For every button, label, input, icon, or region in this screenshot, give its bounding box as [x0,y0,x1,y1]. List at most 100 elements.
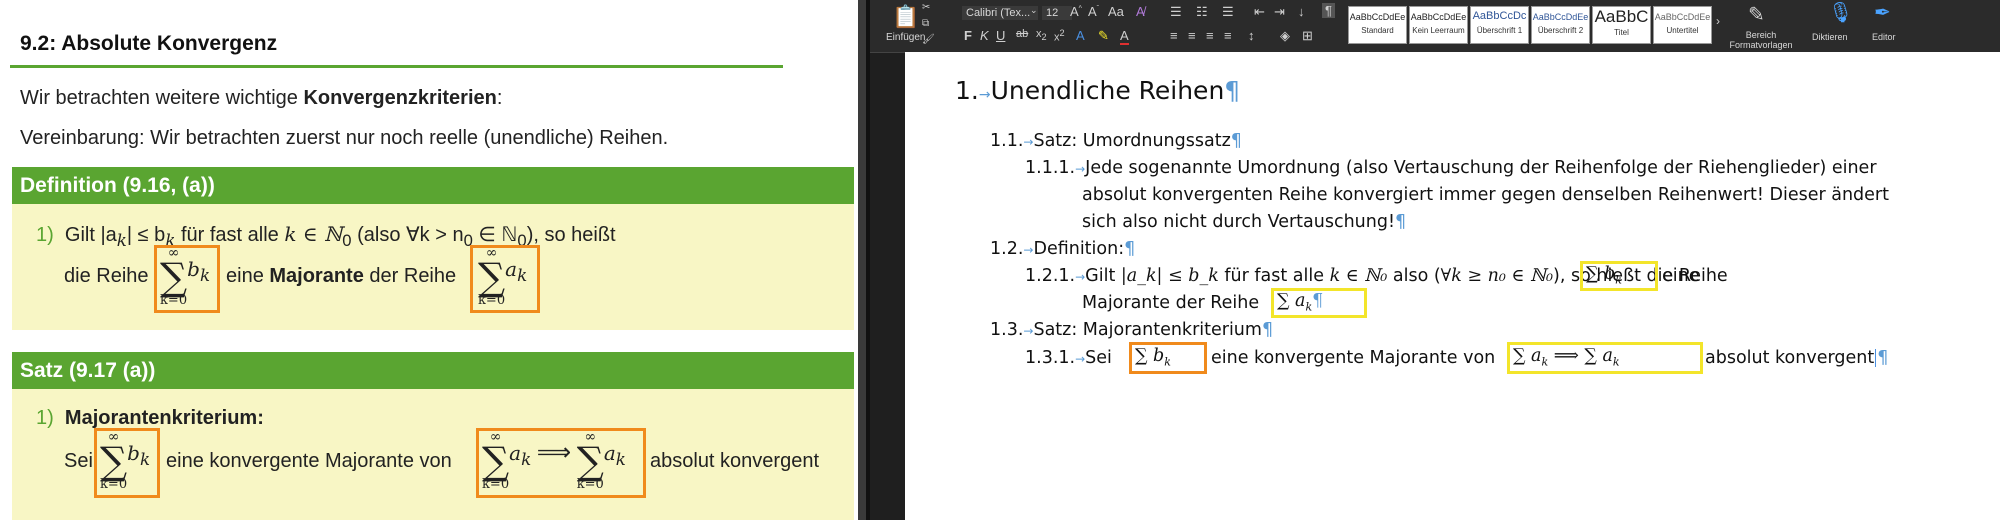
font-size-select[interactable]: 12 [1042,6,1072,20]
para-text-line: Jede sogenannte Umordnung (also Vertausc… [1085,158,1877,178]
def-text-b: | ≤ b [126,224,166,246]
subscript-icon[interactable]: x2 [1036,28,1047,42]
satz-sei: Sei [64,450,93,472]
style-standard[interactable]: AaBbCcDdEe Standard [1348,6,1407,44]
para-1-2-1-end[interactable]: eine [1662,266,1700,286]
styles-pane-icon[interactable]: ✎ [1748,2,1765,27]
pilcrow: ¶ [1395,212,1407,232]
para-1-3-1-end[interactable]: absolut konvergent ¶ [1705,348,1888,368]
implies-arrow: ⟹ [536,439,572,467]
align-right-icon[interactable]: ≡ [1206,28,1214,43]
multilevel-icon[interactable]: ☰ [1222,4,1234,20]
superscript-icon[interactable]: x2 [1054,28,1065,44]
bullets-icon[interactable]: ☰ [1170,4,1182,20]
pilcrow: ¶ [1230,131,1242,151]
bold-icon[interactable]: F [964,28,972,43]
cut-icon[interactable]: ✂ [922,2,930,13]
para-1-2-1-line2[interactable]: Majorante der Reihe [1082,293,1259,313]
dictate-label[interactable]: Diktieren [1812,32,1848,42]
satz-sum-bk: ∞ ∑ k=0 bk [100,430,150,492]
para-text: absolut konvergent [1705,348,1875,368]
sum-bottom: k=0 [482,477,510,492]
sort-icon[interactable]: ↓ [1298,4,1305,19]
paste-label[interactable]: Einfügen [886,32,925,43]
inline-sum-bk: ∑ bk [1135,346,1171,369]
heading-number: 1.3. [990,320,1024,340]
window-divider[interactable] [858,0,866,520]
style-name: Standard [1361,26,1394,35]
paste-icon[interactable]: 📋 [892,4,919,30]
numbering-icon[interactable]: ☷ [1196,4,1208,20]
shrink-font-icon[interactable]: Aˇ [1088,4,1099,19]
chevron-right-icon[interactable]: › [1716,14,1720,28]
shading-icon[interactable]: ◈ [1280,28,1290,44]
def-text-a: Gilt |a [64,224,117,246]
editor-icon[interactable]: ✒ [1874,0,1891,25]
font-name-select[interactable]: Calibri (Tex... [962,6,1038,20]
sum-sub: k [139,450,151,470]
heading-1-3[interactable]: 1.3.→Satz: Majorantenkriterium¶ [990,320,1273,340]
para-number: 1.2.1. [1025,266,1076,286]
change-case-icon[interactable]: Aa [1108,4,1124,19]
sum-sub: k [1615,273,1622,287]
sum-bottom: k=0 [478,293,506,308]
title-underline [10,65,783,68]
sum-sigma: ∑ [482,439,510,483]
strikethrough-icon[interactable]: ab [1016,28,1028,40]
align-center-icon[interactable]: ≡ [1188,28,1196,43]
sum-sigma: ∑ [478,255,506,299]
para-1-3-1-mid[interactable]: eine konvergente Majorante von [1211,348,1495,368]
style-no-spacing[interactable]: AaBbCcDdEe Kein Leerraum [1409,6,1468,44]
tab-marker: → [1023,243,1034,257]
ribbon-toolbar: 📋 ✂ ⧉ 🖌 Einfügen Calibri (Tex... ⌄ 12 A^… [870,0,2000,53]
para-1-1-1-line3[interactable]: sich also nicht durch Vertauschung!¶ [1082,212,1406,232]
document-page[interactable]: 1.→Unendliche Reihen¶ 1.1.→Satz: Umordnu… [905,52,2000,520]
style-heading-2[interactable]: AaBbCcDdEe Überschrift 2 [1531,6,1590,44]
para-number: 1.1.1. [1025,158,1076,178]
style-title[interactable]: AaBbC Titel [1592,6,1651,44]
para-1-1-1-line2[interactable]: absolut konvergenten Reihe konvergiert i… [1082,185,1889,205]
chevron-down-icon[interactable]: ⌄ [1030,5,1038,16]
increase-indent-icon[interactable]: ⇥ [1274,4,1285,20]
highlight-icon[interactable]: ✎ [1098,28,1109,44]
satz-header: Satz (9.17 (a)) [12,352,854,389]
sum-sub: k [1612,355,1620,369]
heading-1[interactable]: 1.→Unendliche Reihen¶ [955,76,1240,105]
satz-number: 1) [36,407,54,429]
para-text: also ( [1387,266,1441,286]
satz-text-c: absolut konvergent [650,450,820,472]
style-subtitle[interactable]: AaBbCcDdEe Untertitel [1653,6,1712,44]
para-1-1-1[interactable]: 1.1.1.→Jede sogenannte Umordnung (also V… [1025,158,1877,178]
underline-icon[interactable]: U [996,28,1005,43]
style-heading-1[interactable]: AaBbCcDc Überschrift 1 [1470,6,1529,44]
borders-icon[interactable]: ⊞ [1302,28,1313,44]
clear-format-icon[interactable]: A̸ [1136,4,1145,19]
font-color-icon[interactable]: A [1120,28,1129,45]
para-1-3-1[interactable]: 1.3.1.→Sei [1025,348,1112,368]
style-preview: AaBbC [1594,7,1649,26]
microphone-icon[interactable]: 🎙 [1828,0,1853,25]
editor-label[interactable]: Editor [1872,32,1896,42]
sum-ak: ∞ ∑ k=0 ak [478,246,527,308]
heading-1-2[interactable]: 1.2.→Definition:¶ [990,239,1135,259]
intro-plain: Wir betrachten weitere wichtige [20,87,304,109]
style-name: Titel [1614,28,1629,37]
pilcrow-toggle-icon[interactable]: ¶ [1322,3,1335,18]
def-line2-b: eine Majorante der Reihe [226,265,456,288]
def-math-d: k ∈ ℕ [284,222,343,246]
text-effects-icon[interactable]: A [1076,28,1085,43]
intro-text: Wir betrachten weitere wichtige Konverge… [20,87,502,110]
definition-number: 1) [36,224,54,246]
tab-marker: → [978,87,991,103]
justify-icon[interactable]: ≡ [1224,28,1232,43]
sum-sub: k [517,266,528,286]
styles-pane-label[interactable]: Bereich Formatvorlagen [1728,30,1794,50]
align-left-icon[interactable]: ≡ [1170,28,1178,43]
heading-1-1[interactable]: 1.1.→Satz: Umordnungssatz¶ [990,131,1242,151]
copy-icon[interactable]: ⧉ [922,18,929,29]
decrease-indent-icon[interactable]: ⇤ [1254,4,1265,20]
grow-font-icon[interactable]: A^ [1070,4,1082,19]
italic-icon[interactable]: K [980,28,989,43]
line-spacing-icon[interactable]: ↕ [1248,28,1255,43]
heading-text: Satz: Majorantenkriterium [1033,320,1262,340]
